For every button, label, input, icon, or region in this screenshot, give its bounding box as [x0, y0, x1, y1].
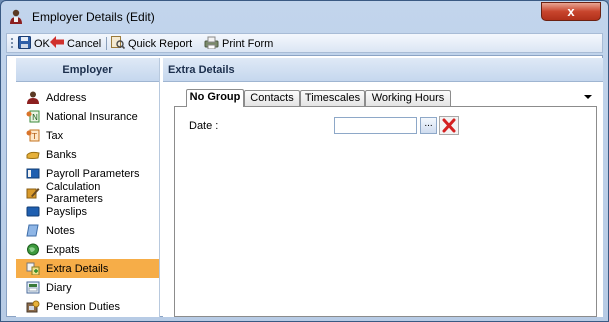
tab-contacts[interactable]: Contacts — [244, 90, 300, 106]
ni-icon: N — [26, 110, 40, 123]
sidebar-item-address[interactable]: Address — [16, 88, 159, 107]
sidebar-list: Address N National Insurance T Tax Banks — [16, 82, 159, 316]
sidebar-item-label: Expats — [46, 243, 80, 256]
sidebar-item-diary[interactable]: Diary — [16, 278, 159, 297]
sidebar-item-label: Calculation Parameters — [46, 180, 103, 205]
sidebar-item-label: Payroll Parameters — [46, 167, 140, 180]
sidebar-item-expats[interactable]: Expats — [16, 240, 159, 259]
date-label: Date : — [189, 120, 219, 132]
tab-page-no-group: Date : ... — [174, 106, 597, 317]
quick-report-label: Quick Report — [128, 37, 193, 50]
date-field[interactable] — [334, 117, 417, 134]
save-disk-icon — [18, 35, 31, 52]
sidebar-item-label: Address — [46, 91, 87, 104]
quick-report-button[interactable]: Quick Report — [111, 35, 193, 52]
globe-icon — [26, 243, 40, 256]
cancel-label: Cancel — [67, 37, 102, 50]
sidebar-item-banks[interactable]: Banks — [16, 145, 159, 164]
payslip-icon — [26, 205, 40, 218]
clear-date-button[interactable] — [439, 116, 459, 135]
sidebar-item-tax[interactable]: T Tax — [16, 126, 159, 145]
sidebar-item-notes[interactable]: Notes — [16, 221, 159, 240]
panel-header: Extra Details — [163, 58, 603, 82]
cancel-button[interactable]: Cancel — [50, 36, 101, 51]
diary-icon — [26, 281, 40, 294]
toolbar: OK Cancel Quick Report Print Form — [6, 33, 603, 53]
pencil-icon — [26, 186, 40, 199]
tab-working-hours[interactable]: Working Hours — [365, 90, 451, 106]
sidebar-item-label: Extra Details — [46, 262, 109, 275]
tab-control: No Group Contacts Timescales Working Hou… — [174, 89, 597, 317]
print-form-button[interactable]: Print Form — [204, 36, 273, 51]
sidebar-item-calculation-parameters[interactable]: Calculation Parameters — [16, 180, 159, 205]
sidebar-item-national-insurance[interactable]: N National Insurance — [16, 107, 159, 126]
close-button[interactable]: x — [541, 2, 601, 21]
sidebar-item-label: National Insurance — [46, 110, 138, 123]
sidebar-item-extra-details[interactable]: Extra Details — [16, 259, 159, 278]
book-icon — [26, 167, 40, 180]
report-magnifier-icon — [111, 35, 126, 52]
red-x-icon — [440, 118, 458, 137]
ok-label: OK — [34, 37, 50, 50]
window-title: Employer Details (Edit) — [32, 10, 155, 24]
svg-text:N: N — [32, 113, 38, 122]
tax-icon: T — [26, 129, 40, 142]
title-bar: Employer Details (Edit) x — [1, 1, 608, 33]
extra-details-icon — [26, 262, 40, 276]
print-form-icon — [204, 36, 219, 52]
sidebar-item-label: Tax — [46, 129, 64, 142]
sidebar-item-label: Payslips — [46, 205, 87, 218]
date-picker-button[interactable]: ... — [420, 117, 437, 134]
sidebar-item-payslips[interactable]: Payslips — [16, 202, 159, 221]
back-arrow-icon — [50, 36, 64, 51]
bank-icon — [26, 148, 40, 161]
ok-button[interactable]: OK — [18, 35, 50, 52]
sidebar-item-label: Notes — [46, 224, 75, 237]
app-person-icon — [9, 9, 23, 24]
sidebar-header: Employer — [16, 58, 159, 82]
notes-icon — [26, 224, 40, 237]
extra-details-panel: Extra Details No Group Contacts Timescal… — [163, 58, 603, 317]
tab-no-group[interactable]: No Group — [186, 89, 244, 107]
svg-text:T: T — [31, 132, 37, 141]
person-icon — [26, 91, 40, 104]
toolbar-separator — [106, 37, 107, 50]
print-form-label: Print Form — [222, 37, 274, 50]
sidebar-item-label: Pension Duties — [46, 300, 120, 313]
tab-strip: No Group Contacts Timescales Working Hou… — [174, 89, 597, 107]
sidebar-item-label: Diary — [46, 281, 72, 294]
sidebar-item-pension-duties[interactable]: Pension Duties — [16, 297, 159, 316]
toolbar-grip[interactable] — [11, 38, 13, 49]
chevron-down-icon[interactable] — [584, 92, 592, 100]
sidebar-item-label: Banks — [46, 148, 77, 161]
tab-timescales[interactable]: Timescales — [300, 90, 365, 106]
employer-details-window: Employer Details (Edit) x OK Cancel Quic… — [0, 0, 609, 322]
pension-icon — [26, 300, 40, 313]
employer-sidebar: Employer Address N National Insurance T … — [16, 58, 160, 317]
